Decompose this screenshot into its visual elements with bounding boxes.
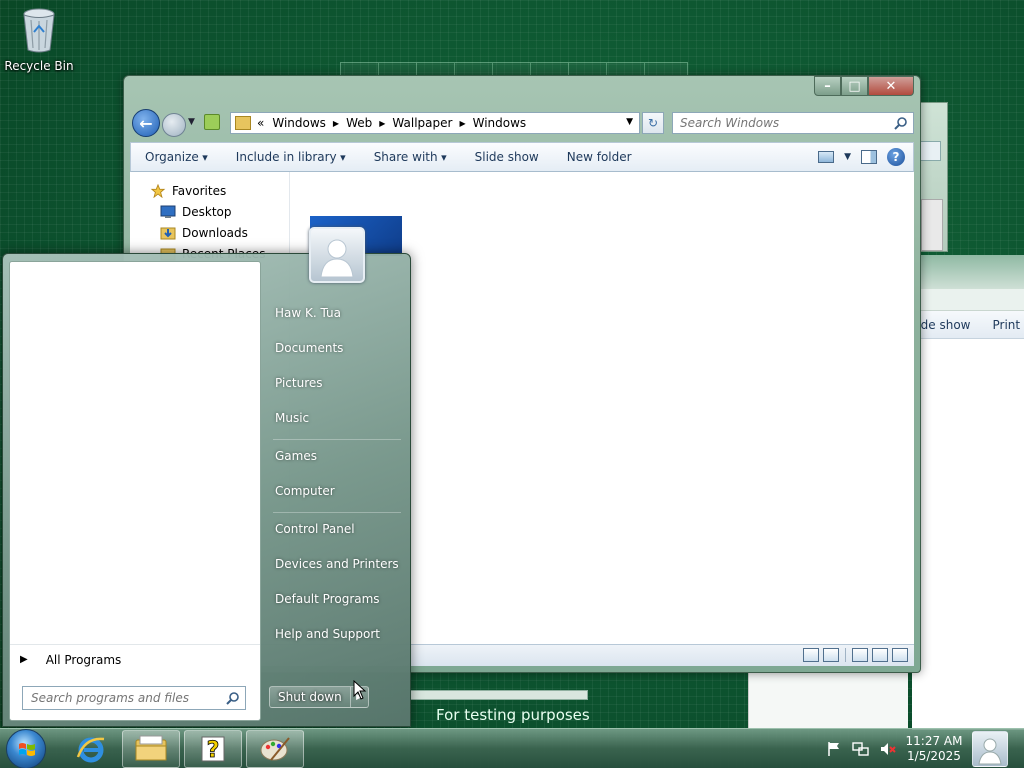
downloads-icon xyxy=(160,227,176,240)
nav-favorites[interactable]: Favorites xyxy=(150,184,226,198)
system-tray xyxy=(826,729,898,768)
breadcrumb-web[interactable]: Web xyxy=(346,116,372,130)
start-search-input[interactable] xyxy=(23,687,219,709)
maximize-button[interactable]: □ xyxy=(841,76,868,96)
folder-icon xyxy=(135,735,167,761)
action-center-flag-icon[interactable] xyxy=(826,741,842,757)
address-dropdown-icon[interactable]: ▼ xyxy=(626,117,633,127)
background-photo-viewer-window[interactable]: lide show Print xyxy=(912,255,1024,730)
music-link[interactable]: Music xyxy=(275,411,309,425)
triangle-right-icon: ▶ xyxy=(20,654,28,665)
nav-favorites-label: Favorites xyxy=(172,184,227,198)
details-pane-toggle-icon[interactable] xyxy=(892,648,908,662)
include-in-library-button[interactable]: Include in library xyxy=(222,150,360,164)
show-desktop-button[interactable] xyxy=(972,731,1008,767)
taskbar-internet-explorer[interactable] xyxy=(62,730,120,768)
share-with-button[interactable]: Share with xyxy=(360,150,461,164)
taskbar-windows-explorer[interactable] xyxy=(122,730,180,768)
help-icon[interactable]: ? xyxy=(887,148,905,166)
view-options-dropdown[interactable]: ▼ xyxy=(844,152,851,162)
control-panel-link[interactable]: Control Panel xyxy=(275,522,355,536)
taskbar-help-app[interactable]: ? xyxy=(184,730,242,768)
help-question-icon: ? xyxy=(201,736,225,763)
details-view-icon[interactable] xyxy=(803,648,819,662)
windows-logo-icon xyxy=(19,743,35,756)
nav-downloads-label: Downloads xyxy=(182,226,248,240)
help-and-support-link[interactable]: Help and Support xyxy=(275,627,380,641)
all-programs-label: All Programs xyxy=(45,652,122,667)
new-folder-button[interactable]: New folder xyxy=(553,150,646,164)
navigation-bar: ← ▼ « Windows ▶ Web ▶ Wallpaper ▶ Window… xyxy=(132,108,914,138)
nav-desktop-label: Desktop xyxy=(182,205,232,219)
start-button[interactable] xyxy=(6,729,46,768)
shutdown-button[interactable]: Shut down xyxy=(270,687,350,707)
desktop-icon xyxy=(160,205,176,218)
minimize-button[interactable]: – xyxy=(814,76,841,96)
folder-icon xyxy=(235,116,251,130)
menu-separator xyxy=(273,439,401,440)
testing-watermark: For testing purposes o xyxy=(436,706,590,724)
default-programs-link[interactable]: Default Programs xyxy=(275,592,380,606)
search-input[interactable] xyxy=(673,113,883,133)
programs-pane: ▶ All Programs xyxy=(9,261,261,721)
taskbar: ? 11:27 AM 1/5/2025 xyxy=(0,728,1024,768)
games-link[interactable]: Games xyxy=(275,449,317,463)
svg-text:?: ? xyxy=(207,738,220,763)
nav-desktop[interactable]: Desktop xyxy=(160,205,232,219)
large-icons-view-icon[interactable] xyxy=(823,648,839,662)
preview-pane-icon[interactable] xyxy=(861,150,877,164)
recycle-bin-label: Recycle Bin xyxy=(4,59,74,73)
clock-date: 1/5/2025 xyxy=(907,749,961,763)
start-menu-links: Haw K. Tua Documents Pictures Music Game… xyxy=(263,254,411,728)
slide-show-button[interactable]: Slide show xyxy=(461,150,553,164)
organize-button[interactable]: Organize xyxy=(131,150,222,164)
bg-print-button[interactable]: Print xyxy=(993,318,1021,332)
paint-palette-icon xyxy=(260,737,290,761)
all-programs-button[interactable]: ▶ All Programs xyxy=(10,644,260,674)
start-menu: ▶ All Programs Haw K. Tua Documents Pict… xyxy=(2,227,411,728)
devices-and-printers-link[interactable]: Devices and Printers xyxy=(275,557,399,571)
layout-pane-icon[interactable] xyxy=(852,648,868,662)
refresh-button[interactable]: ↻ xyxy=(642,112,664,134)
search-icon[interactable] xyxy=(226,691,240,705)
chevron-right-icon[interactable]: ▶ xyxy=(379,119,385,128)
taskbar-paint[interactable] xyxy=(246,730,304,768)
change-view-icon[interactable] xyxy=(818,151,835,163)
mouse-cursor-icon xyxy=(353,680,367,700)
address-bar[interactable]: « Windows ▶ Web ▶ Wallpaper ▶ Windows ▼ xyxy=(230,112,640,134)
start-search-box[interactable] xyxy=(22,686,246,710)
window-caption-buttons: – □ ✕ xyxy=(814,76,914,96)
preview-pane-toggle-icon[interactable] xyxy=(872,648,888,662)
nav-downloads[interactable]: Downloads xyxy=(160,226,248,240)
star-icon xyxy=(150,184,166,198)
folder-up-icon[interactable] xyxy=(204,114,220,130)
network-icon[interactable] xyxy=(852,741,870,757)
command-bar: Organize Include in library Share with S… xyxy=(130,142,914,172)
breadcrumb-wallpaper[interactable]: Wallpaper xyxy=(392,116,452,130)
search-box[interactable] xyxy=(672,112,914,134)
computer-link[interactable]: Computer xyxy=(275,484,335,498)
system-clock[interactable]: 11:27 AM 1/5/2025 xyxy=(902,734,966,764)
recent-pages-dropdown[interactable]: ▼ xyxy=(188,117,195,127)
clock-time: 11:27 AM xyxy=(905,734,963,748)
menu-separator xyxy=(273,512,401,513)
recycle-bin-icon xyxy=(23,8,55,53)
user-folder-link[interactable]: Haw K. Tua xyxy=(275,306,341,320)
close-button[interactable]: ✕ xyxy=(868,76,914,96)
pictures-link[interactable]: Pictures xyxy=(275,376,323,390)
user-icon xyxy=(978,738,1002,765)
volume-muted-icon[interactable] xyxy=(880,741,898,757)
chevron-right-icon[interactable]: ▶ xyxy=(333,119,339,128)
breadcrumb-windows[interactable]: Windows xyxy=(272,116,326,130)
recycle-bin-shortcut[interactable]: Recycle Bin xyxy=(4,6,74,73)
internet-explorer-icon xyxy=(76,737,105,763)
back-button[interactable]: ← xyxy=(132,109,160,137)
search-icon[interactable] xyxy=(894,116,908,130)
bg-slide-show-button[interactable]: lide show xyxy=(914,318,971,332)
forward-button[interactable] xyxy=(162,113,186,137)
breadcrumb-windows-current[interactable]: Windows xyxy=(473,116,527,130)
address-overflow[interactable]: « xyxy=(257,116,264,130)
documents-link[interactable]: Documents xyxy=(275,341,343,355)
chevron-right-icon[interactable]: ▶ xyxy=(459,119,465,128)
